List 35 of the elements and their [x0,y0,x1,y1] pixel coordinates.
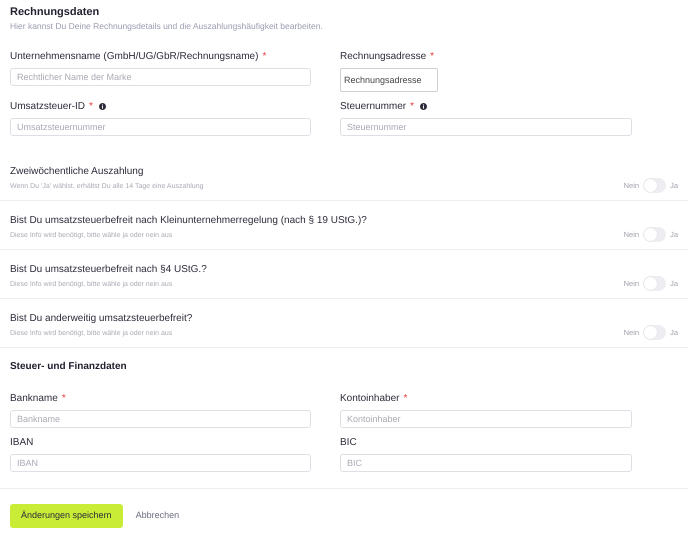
question-title: Bist Du umsatzsteuerbefreit nach §4 UStG.? [10,262,207,276]
field-label: IBAN [10,436,34,450]
section-title: Steuer- und Finanzdaten [10,360,128,374]
toggle-switch[interactable] [643,325,666,340]
field-label: Umsatzsteuer-ID [10,100,86,114]
section-title: Rechnungsdaten [10,5,100,19]
input-field[interactable]: Rechnungsadresse [340,68,438,92]
required-mark: * [262,50,266,64]
input-field[interactable]: Umsatzsteuernummer [10,118,311,136]
question-title: Bist Du umsatzsteuerbefreit nach Kleinunternehmerregelung (nach § 19 UStG.)? [10,214,367,228]
toggle-switch[interactable] [643,276,666,292]
field-label: Kontoinhaber [340,392,400,406]
input-field[interactable]: IBAN [10,454,311,472]
question-title: Zweiwöchentliche Auszahlung [10,164,144,178]
required-mark: * [62,392,66,406]
required-mark: * [404,392,408,406]
field-label: Unternehmensname (GmbH/UG/GbR/Rechnungsname) [10,50,258,64]
save-button[interactable]: Änderungen speichern [10,504,123,528]
input-field[interactable]: Bankname [10,410,311,428]
required-mark: * [430,50,434,64]
question-title: Bist Du anderweitig umsatzsteuerbefreit? [10,312,192,326]
toggle-switch[interactable] [643,178,666,194]
field-label: Steuernummer [340,100,406,114]
section-subtitle: Hier kannst Du Deine Rechnungsdetails und die Auszahlungshäufigkeit bearbeiten. [10,20,324,33]
field-label: BIC [340,436,357,450]
toggle-switch[interactable] [643,227,666,242]
required-mark: * [410,100,414,114]
input-field[interactable]: BIC [340,454,632,472]
cancel-link[interactable]: Abbrechen [136,509,180,522]
field-label: Rechnungsadresse [340,50,426,64]
input-field[interactable]: Steuernummer [340,118,632,136]
field-label: Bankname [10,392,58,406]
required-mark: * [89,100,93,114]
input-field[interactable]: Kontoinhaber [340,410,632,428]
input-field[interactable]: Rechtlicher Name der Marke [10,68,311,86]
